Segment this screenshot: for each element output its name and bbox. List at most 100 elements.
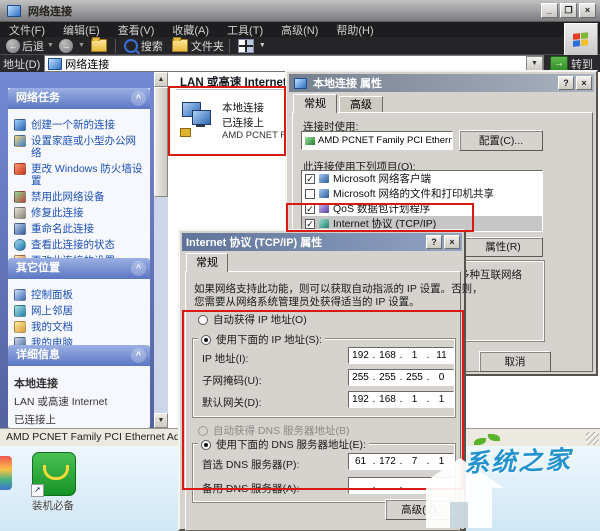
maximize-button[interactable]: ❐ — [560, 3, 577, 18]
tcpip-dialog-title: Internet 协议 (TCP/IP) 属性 — [186, 234, 424, 250]
checkbox[interactable] — [305, 174, 315, 184]
window-icon — [7, 5, 21, 17]
sidebar-scrollbar[interactable]: ▲ ▼ — [154, 72, 168, 428]
folders-icon[interactable] — [172, 39, 188, 52]
checkbox[interactable] — [305, 189, 315, 199]
help-icon[interactable]: ? — [426, 235, 442, 249]
toolbar: ← 后退 ▼ → ▼ 搜索 文件夹 ▼ — [0, 37, 600, 55]
scroll-up-icon[interactable]: ▲ — [154, 72, 168, 87]
scroll-down-icon[interactable]: ▼ — [154, 413, 168, 428]
window-title: 网络连接 — [28, 3, 539, 19]
network-tasks-header[interactable]: 网络任务 ^ — [8, 88, 150, 109]
up-folder-icon[interactable] — [91, 39, 107, 52]
shortcut-arrow-icon: ➚ — [31, 484, 44, 497]
back-dropdown-icon[interactable]: ▼ — [47, 42, 54, 49]
menu-view[interactable]: 查看(V) — [109, 22, 164, 38]
back-icon[interactable]: ← — [6, 39, 20, 53]
partial-desktop-icon[interactable] — [0, 456, 12, 490]
client-icon — [319, 174, 329, 183]
tab-advanced[interactable]: 高级 — [339, 96, 383, 113]
back-label[interactable]: 后退 — [22, 38, 44, 54]
details-panel: 详细信息 ^ 本地连接 LAN 或高速 Internet 已连接上 — [8, 345, 150, 428]
desktop-icon-label[interactable]: 装机必备 — [18, 498, 88, 513]
toolbar-separator — [115, 39, 116, 53]
close-button[interactable]: × — [579, 3, 596, 18]
nic-icon — [305, 137, 315, 145]
description-groupbox: 多种互联网络 — [455, 260, 545, 342]
sidebar-item-home-network[interactable]: 设置家庭或小型办公网络 — [14, 135, 146, 159]
close-icon[interactable]: × — [576, 76, 592, 90]
folders-label[interactable]: 文件夹 — [191, 38, 224, 54]
new-connection-icon — [14, 119, 26, 131]
menu-bar: 文件(F) 编辑(E) 查看(V) 收藏(A) 工具(T) 高级(N) 帮助(H… — [0, 22, 600, 37]
resize-grip[interactable] — [586, 432, 599, 445]
toolbar-separator — [229, 39, 230, 53]
help-icon[interactable]: ? — [558, 76, 574, 90]
views-icon[interactable] — [238, 39, 254, 53]
list-item-client[interactable]: Microsoft 网络客户端 — [302, 171, 542, 186]
annotation-box-tcpip-item — [286, 203, 474, 232]
menu-file[interactable]: 文件(F) — [0, 22, 54, 38]
adapter-name: AMD PCNET Family PCI Ethernet — [318, 135, 453, 146]
sidebar-item-repair[interactable]: 修复此连接 — [14, 207, 146, 219]
menu-tools[interactable]: 工具(T) — [218, 22, 272, 38]
forward-icon[interactable]: → — [59, 39, 73, 53]
sidebar-item-new-connection[interactable]: 创建一个新的连接 — [14, 119, 146, 131]
advanced-button[interactable]: 高级(V)... — [385, 499, 461, 520]
chevron-up-icon[interactable]: ^ — [131, 348, 146, 363]
sidebar-item-my-documents[interactable]: 我的文档 — [14, 321, 146, 333]
firewall-icon — [14, 163, 26, 175]
cancel-button[interactable]: 取消 — [479, 351, 551, 372]
search-label[interactable]: 搜索 — [141, 38, 163, 54]
disable-device-icon — [14, 191, 26, 203]
address-label: 地址(D) — [3, 56, 40, 72]
sidebar-item-control-panel[interactable]: 控制面板 — [14, 289, 146, 301]
home-network-icon — [14, 135, 26, 147]
annotation-box-connection — [168, 86, 286, 156]
menu-advanced[interactable]: 高级(N) — [272, 22, 327, 38]
windows-flag-icon — [573, 32, 589, 48]
menu-help[interactable]: 帮助(H) — [327, 22, 382, 38]
chevron-up-icon[interactable]: ^ — [131, 91, 146, 106]
details-connection-status: 已连接上 — [14, 412, 146, 427]
chevron-up-icon[interactable]: ^ — [131, 261, 146, 276]
adapter-field: AMD PCNET Family PCI Ethernet — [301, 131, 453, 150]
screenshot-root: 网络连接 _ ❐ × 文件(F) 编辑(E) 查看(V) 收藏(A) 工具(T)… — [0, 0, 600, 531]
forward-dropdown-icon[interactable]: ▼ — [78, 42, 85, 49]
network-tasks-panel: 网络任务 ^ 创建一个新的连接 设置家庭或小型办公网络 更改 Windows 防… — [8, 88, 150, 277]
other-places-header[interactable]: 其它位置 ^ — [8, 258, 150, 279]
list-item-label: Microsoft 网络客户端 — [333, 171, 431, 186]
list-item-file-sharing[interactable]: Microsoft 网络的文件和打印机共享 — [302, 186, 542, 201]
lan-dialog-icon — [294, 78, 307, 89]
network-tasks-title: 网络任务 — [16, 92, 60, 104]
scrollbar-thumb[interactable] — [154, 87, 168, 197]
details-header[interactable]: 详细信息 ^ — [8, 345, 150, 366]
network-connections-icon — [48, 58, 62, 70]
desktop-icon-software[interactable]: ➚ — [32, 452, 76, 496]
sidebar-item-firewall[interactable]: 更改 Windows 防火墙设置 — [14, 163, 146, 187]
tab-general[interactable]: 常规 — [293, 94, 337, 113]
search-icon[interactable] — [124, 39, 138, 53]
tab-general[interactable]: 常规 — [186, 253, 228, 272]
other-places-panel: 其它位置 ^ 控制面板 网上邻居 我的文档 我的电脑 — [8, 258, 150, 359]
file-sharing-icon — [319, 189, 329, 198]
lan-dialog-title: 本地连接 属性 — [313, 75, 556, 91]
sidebar-item-view-status[interactable]: 查看此连接的状态 — [14, 239, 146, 251]
annotation-box-ip-settings — [182, 310, 464, 490]
views-dropdown-icon[interactable]: ▼ — [259, 42, 266, 49]
tcpip-description-line2: 您需要从网络系统管理员处获得适当的 IP 设置。 — [194, 294, 420, 309]
status-text: AMD PCNET Family PCI Ethernet Adapter — [6, 431, 204, 443]
window-titlebar: 网络连接 _ ❐ × — [0, 0, 600, 22]
sidebar-item-network-places[interactable]: 网上邻居 — [14, 305, 146, 317]
menu-edit[interactable]: 编辑(E) — [54, 22, 109, 38]
properties-button[interactable]: 属性(R) — [463, 237, 543, 257]
configure-button[interactable]: 配置(C)... — [459, 130, 543, 151]
address-dropdown-icon[interactable]: ▼ — [526, 56, 543, 71]
minimize-button[interactable]: _ — [541, 3, 558, 18]
sidebar-item-disable-device[interactable]: 禁用此网络设备 — [14, 191, 146, 203]
task-pane-sidebar: 网络任务 ^ 创建一个新的连接 设置家庭或小型办公网络 更改 Windows 防… — [0, 72, 154, 428]
menu-favorites[interactable]: 收藏(A) — [163, 22, 218, 38]
control-panel-icon — [14, 289, 26, 301]
sidebar-item-rename[interactable]: 重命名此连接 — [14, 223, 146, 235]
close-icon[interactable]: × — [444, 235, 460, 249]
